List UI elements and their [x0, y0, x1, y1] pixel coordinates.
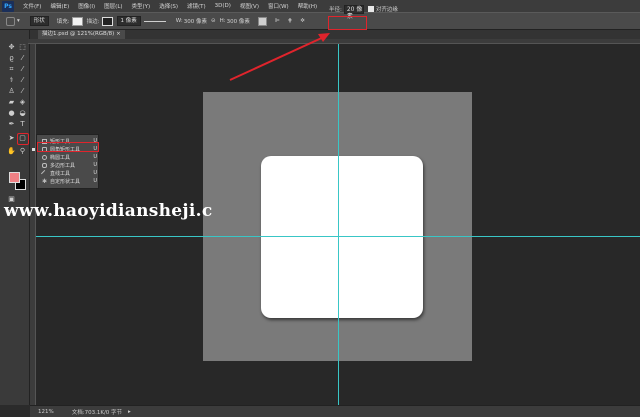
zoom-icon[interactable]: ⚲ [18, 147, 27, 156]
flyout-custom-shape-tool[interactable]: ✱ 自定形状工具 U [37, 177, 100, 185]
menu-file[interactable]: 文件(F) [23, 2, 41, 10]
zoom-level[interactable]: 121% [38, 409, 54, 415]
tool-preset-picker[interactable]: ▾ [4, 16, 20, 26]
fill-swatch[interactable] [71, 16, 83, 26]
marquee-icon[interactable]: ⬚ [18, 43, 27, 52]
document-tab[interactable]: 描边1.psd @ 121%(RGB/8) × [38, 30, 125, 39]
flyout-ellipse-tool[interactable]: 椭圆工具 U [37, 153, 100, 161]
height-input[interactable]: 300 像素 [227, 17, 250, 25]
menu-help[interactable]: 帮助(H) [298, 2, 317, 10]
menu-3d[interactable]: 3D(D) [215, 3, 231, 9]
shape-mode-select[interactable]: 形状 [29, 16, 49, 26]
stroke-swatch[interactable] [101, 16, 113, 26]
lasso-icon[interactable]: ϱ [7, 54, 16, 63]
hand-icon[interactable]: ✋ [7, 147, 16, 156]
foreground-color-swatch[interactable] [9, 172, 20, 183]
path-operations-icon[interactable] [257, 16, 267, 26]
document-info[interactable]: 文档:703.1K/0 字节 [72, 408, 122, 416]
align-edges-label: 对齐边缘 [375, 7, 398, 13]
h-label: H: [219, 18, 226, 24]
pen-icon[interactable]: ✒ [7, 120, 16, 129]
menu-edit[interactable]: 编辑(E) [50, 2, 69, 10]
document-tab-bar: 描边1.psd @ 121%(RGB/8) × [28, 30, 640, 39]
history-brush-icon[interactable]: ⁄ [18, 87, 27, 96]
menu-bar: Ps 文件(F) 编辑(E) 图像(I) 图层(L) 类型(Y) 选择(S) 滤… [0, 0, 640, 12]
flyout-polygon-tool[interactable]: 多边形工具 U [37, 161, 100, 169]
menu-image[interactable]: 图像(I) [78, 2, 95, 10]
eraser-icon[interactable]: ▰ [7, 98, 16, 107]
flyout-item-label: 多边形工具 [50, 162, 76, 169]
polygon-icon [42, 162, 47, 168]
flyout-item-label: 椭圆工具 [50, 154, 71, 161]
path-select-icon[interactable]: ➤ [7, 134, 16, 143]
selected-bullet-icon [32, 148, 35, 151]
photoshop-logo: Ps [2, 0, 14, 12]
radius-label: 半径: [329, 7, 342, 13]
link-icon[interactable]: ⊝ [211, 18, 216, 24]
quick-select-icon[interactable]: ⁄ [18, 54, 27, 63]
eyedropper-icon[interactable]: ⁄ [18, 65, 27, 74]
menu-select[interactable]: 选择(S) [159, 2, 178, 10]
menu-type[interactable]: 类型(Y) [132, 2, 151, 10]
stamp-icon[interactable]: ♙ [7, 87, 16, 96]
menu-filter[interactable]: 滤镜(T) [187, 2, 206, 10]
width-input[interactable]: 300 像素 [184, 17, 207, 25]
align-edges-checkbox[interactable] [367, 6, 374, 12]
menu-window[interactable]: 窗口(W) [268, 2, 289, 10]
healing-icon[interactable]: ⚕ [7, 76, 16, 85]
guide-vertical[interactable] [338, 44, 339, 405]
gear-icon[interactable]: ✲ [300, 18, 305, 24]
rounded-rect-preset-icon [6, 16, 15, 26]
radius-input[interactable]: 20 像素 [343, 4, 364, 20]
flyout-item-shortcut: U [93, 170, 97, 176]
status-bar: 121% 文档:703.1K/0 字节 ▸ [30, 405, 640, 417]
selected-tool-highlight-box [37, 142, 99, 152]
dodge-icon[interactable]: ◒ [18, 109, 27, 118]
radius-group: 半径: 20 像素 对齐边缘 [329, 3, 398, 20]
type-icon[interactable]: T [18, 120, 27, 129]
flyout-line-tool[interactable]: 直线工具 U [37, 169, 100, 177]
flyout-item-label: 自定形状工具 [50, 178, 81, 185]
custom-shape-icon: ✱ [42, 177, 48, 185]
stroke-width-input[interactable]: 1 像素 [116, 16, 141, 26]
flyout-item-shortcut: U [93, 162, 97, 168]
crop-icon[interactable]: ⌗ [7, 65, 16, 74]
ellipse-icon [42, 154, 47, 160]
menu-layer[interactable]: 图层(L) [104, 2, 122, 10]
guide-horizontal[interactable] [36, 236, 640, 237]
rounded-rectangle-shape[interactable] [261, 156, 423, 318]
blur-icon[interactable]: ● [7, 109, 16, 118]
fill-label: 填充: [56, 19, 70, 25]
path-alignment-icon[interactable]: ⊫ [275, 18, 280, 24]
line-icon [40, 169, 49, 177]
stroke-label: 描边: [86, 19, 100, 25]
brush-icon[interactable]: ⁄ [18, 76, 27, 85]
status-menu-arrow-icon[interactable]: ▸ [128, 409, 131, 415]
path-arrangement-icon[interactable]: ⋕ [288, 18, 293, 24]
watermark-text: www.haoyidiansheji.c [4, 201, 213, 221]
move-icon[interactable]: ✥ [7, 43, 16, 52]
menu-view[interactable]: 视图(V) [240, 2, 259, 10]
radius-highlight-box [328, 16, 367, 30]
gradient-icon[interactable]: ◈ [18, 98, 27, 107]
flyout-item-shortcut: U [93, 154, 97, 160]
stroke-type-icon[interactable] [143, 20, 166, 22]
w-label: W: [175, 18, 183, 24]
flyout-item-shortcut: U [93, 178, 97, 184]
flyout-item-label: 直线工具 [50, 170, 71, 177]
shape-tool-highlight-box [17, 133, 29, 145]
options-bar: ▾ 形状 填充: 描边: 1 像素 W: 300 像素 ⊝ H: 300 像素 … [0, 12, 640, 30]
